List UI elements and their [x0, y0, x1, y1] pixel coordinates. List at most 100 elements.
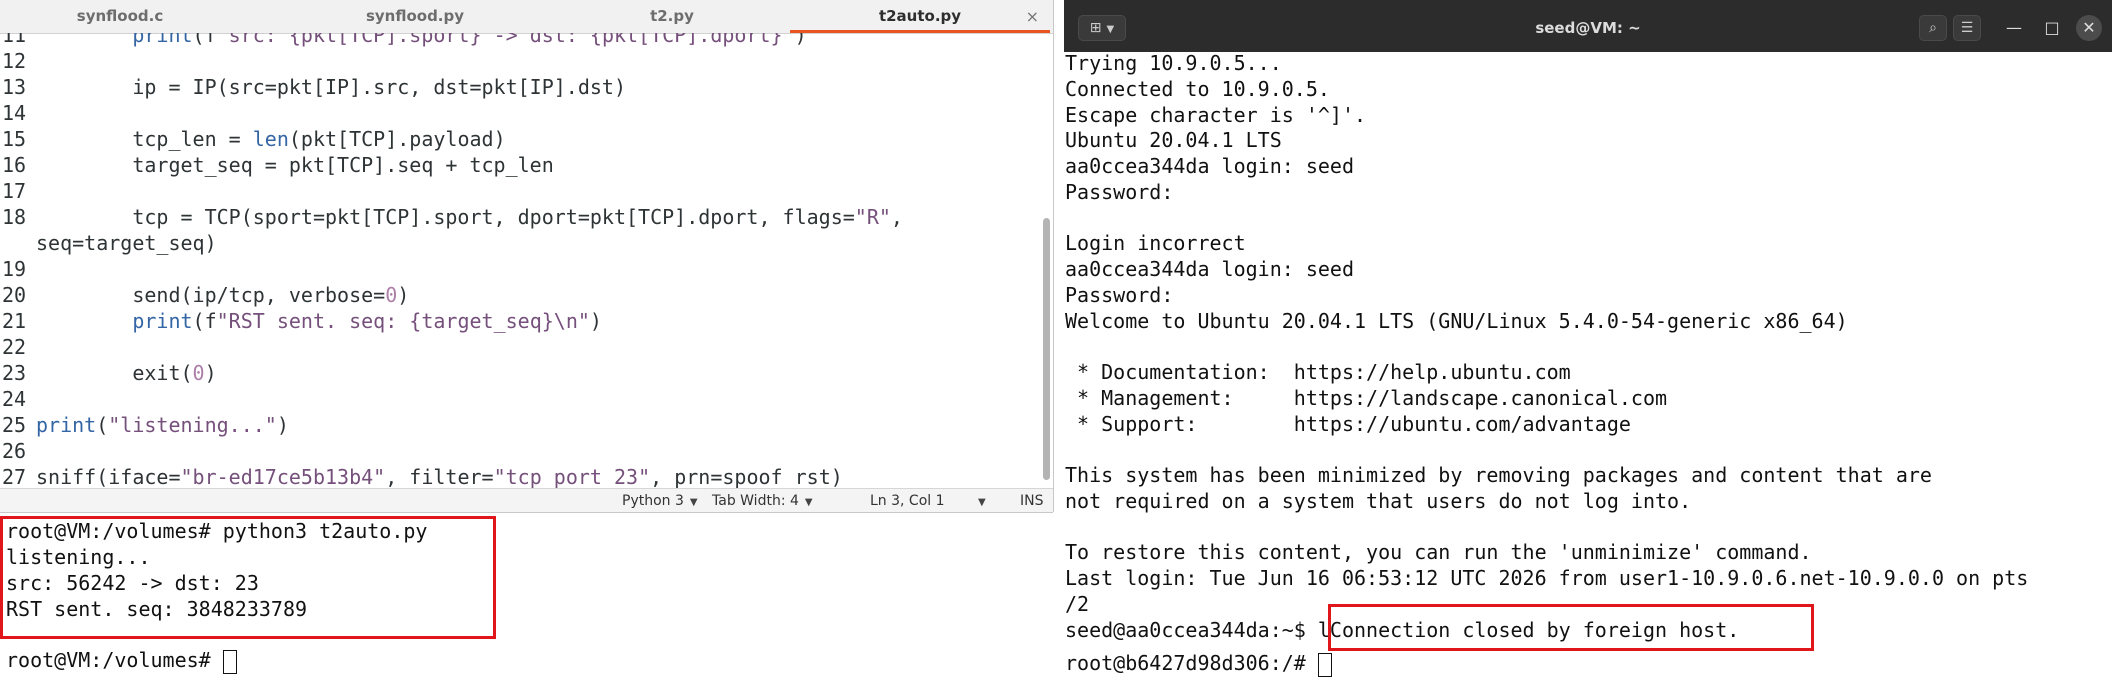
line-number: 13 [2, 75, 27, 99]
code-line: 12 [0, 48, 36, 74]
line-number: 24 [2, 387, 27, 411]
tab-t2-py[interactable]: t2.py [572, 0, 772, 33]
line-number: 20 [2, 283, 27, 307]
gedit-editor-window: synflood.c synflood.py t2.py t2auto.py ×… [0, 0, 1054, 513]
terminal-line: Welcome to Ubuntu 20.04.1 LTS (GNU/Linux… [1065, 308, 1848, 333]
line-number: 12 [2, 49, 27, 73]
terminal-line: Trying 10.9.0.5... [1065, 52, 1282, 75]
terminal-prompt-line: root@b6427d98d306:/# [1065, 650, 1332, 677]
line-number: 16 [2, 153, 27, 177]
left-terminal[interactable]: root@VM:/volumes# python3 t2auto.py liste… [0, 512, 1053, 678]
window-divider [1054, 0, 1064, 677]
line-number: 15 [2, 127, 27, 151]
code-text: ip = IP(src=pkt[IP].src, dst=pkt[IP].dst… [36, 75, 627, 99]
terminal-line: Password: [1065, 179, 1174, 204]
code-text: target_seq = pkt[TCP].seq + tcp_len [36, 153, 554, 177]
terminal-line: Connected to 10.9.0.5. [1065, 76, 1330, 101]
minimize-icon: — [2006, 18, 2022, 37]
cursor-position-label: Ln 3, Col 1 [870, 493, 945, 509]
chevron-down-icon: ▼ [689, 497, 698, 508]
terminal-line: Ubuntu 20.04.1 LTS [1065, 128, 1282, 153]
terminal-line: /2 [1065, 591, 1090, 616]
code-line: 25 print("listening...") [0, 412, 289, 438]
highlight-box [1328, 604, 1814, 651]
line-number: 26 [2, 439, 27, 463]
close-window-button[interactable]: ✕ [2076, 15, 2102, 41]
code-line: 18 tcp = TCP(sport=pkt[TCP].sport, dport… [0, 204, 903, 230]
terminal-line: Escape character is '^]'. [1065, 102, 1367, 127]
code-line: 19 [0, 256, 36, 282]
prompt-text: root@b6427d98d306:/# [1065, 651, 1318, 675]
terminal-cursor [222, 649, 237, 674]
line-number: 21 [2, 309, 27, 333]
tab-synflood-py[interactable]: synflood.py [315, 0, 515, 33]
terminal-line: Password: [1065, 282, 1174, 307]
close-tab-icon[interactable]: × [1026, 0, 1039, 33]
code-line: 14 [0, 100, 36, 126]
code-line: 15 tcp_len = len(pkt[TCP].payload) [0, 126, 506, 152]
insert-mode-indicator: INS [1020, 493, 1044, 509]
terminal-output[interactable]: Trying 10.9.0.5... Connected to 10.9.0.5.… [1064, 52, 2112, 677]
search-icon: ⌕ [1929, 20, 1937, 36]
close-icon: ✕ [2082, 18, 2096, 37]
code-text: exit(0) [36, 361, 217, 385]
prompt-text: root@VM:/volumes# [6, 648, 223, 672]
tab-width-selector[interactable]: Tab Width: 4 ▼ [712, 489, 813, 513]
code-line: 11 print(f"src: {pkt[TCP].sport} -> dst:… [0, 33, 807, 48]
terminal-line: Last login: Tue Jun 16 06:53:12 UTC 2026… [1065, 566, 2029, 590]
chevron-down-icon[interactable]: ▼ [978, 489, 986, 513]
line-number: 27 [2, 465, 27, 488]
code-line: 21 print(f"RST sent. seq: {target_seq}\n… [0, 308, 602, 334]
code-text: sniff(iface="br-ed17ce5b13b4", filter="t… [36, 465, 843, 488]
terminal-titlebar: ⊞ ▼ seed@VM: ~ ⌕ ☰ — □ ✕ [1064, 0, 2112, 52]
terminal-line: not required on a system that users do n… [1065, 488, 1692, 513]
code-text: send(ip/tcp, verbose=0) [36, 283, 410, 307]
code-text: seq=target_seq) [36, 231, 217, 255]
line-number: 11 [2, 33, 27, 47]
menu-button[interactable]: ☰ [1953, 15, 1981, 41]
editor-tab-bar: synflood.c synflood.py t2.py t2auto.py × [0, 0, 1053, 34]
tab-width-label: Tab Width: 4 [712, 493, 799, 509]
code-text: tcp = TCP(sport=pkt[TCP].sport, dport=pk… [36, 205, 903, 229]
terminal-line: To restore this content, you can run the… [1065, 540, 1812, 565]
code-text: print(f"src: {pkt[TCP].sport} -> dst: {p… [132, 33, 807, 47]
right-terminal-window[interactable]: ⊞ ▼ seed@VM: ~ ⌕ ☰ — □ ✕ Trying 10.9.0.5.… [1064, 0, 2112, 677]
terminal-line: aa0ccea344da login: seed [1065, 154, 1354, 178]
code-text: print("listening...") [36, 413, 289, 437]
code-line: 22 [0, 334, 36, 360]
minimize-button[interactable]: — [2001, 15, 2027, 41]
search-button[interactable]: ⌕ [1919, 15, 1947, 41]
terminal-line: This system has been minimized by removi… [1065, 463, 1932, 487]
terminal-line: * Support: https://ubuntu.com/advantage [1065, 411, 1631, 436]
editor-statusbar: Python 3 ▼ Tab Width: 4 ▼ Ln 3, Col 1 ▼ IN… [0, 488, 1053, 513]
cursor-position[interactable]: Ln 3, Col 1 [870, 489, 945, 513]
line-number: 23 [2, 361, 27, 385]
language-selector[interactable]: Python 3 ▼ [622, 489, 698, 513]
code-text: tcp_len = len(pkt[TCP].payload) [36, 127, 506, 151]
highlight-box [0, 516, 496, 639]
code-line: 27 sniff(iface="br-ed17ce5b13b4", filter=… [0, 464, 843, 488]
terminal-line: * Management: https://landscape.canonica… [1065, 385, 1668, 410]
line-number: 14 [2, 101, 27, 125]
terminal-cursor [1317, 652, 1332, 677]
code-view[interactable]: 11 print(f"src: {pkt[TCP].sport} -> dst:… [0, 33, 1040, 488]
line-number: 25 [2, 413, 27, 437]
code-line: 16 target_seq = pkt[TCP].seq + tcp_len [0, 152, 554, 178]
tab-t2auto-py[interactable]: t2auto.py [790, 0, 1050, 33]
code-line: 23 exit(0) [0, 360, 217, 386]
hamburger-menu-icon: ☰ [1960, 20, 1974, 36]
line-number: 17 [2, 179, 27, 203]
maximize-button[interactable]: □ [2039, 15, 2065, 41]
line-number: 18 [2, 205, 27, 229]
line-number: 19 [2, 257, 27, 281]
code-line: 24 [0, 386, 36, 412]
editor-scrollbar[interactable] [1043, 218, 1050, 480]
line-number: 22 [2, 335, 27, 359]
code-line: 26 [0, 438, 36, 464]
code-line: 13 ip = IP(src=pkt[IP].src, dst=pkt[IP].… [0, 74, 626, 100]
maximize-icon: □ [2044, 18, 2060, 37]
terminal-line: aa0ccea344da login: seed [1065, 257, 1354, 281]
code-line: 20 send(ip/tcp, verbose=0) [0, 282, 409, 308]
code-line: 17 [0, 178, 36, 204]
tab-synflood-c[interactable]: synflood.c [20, 0, 220, 33]
